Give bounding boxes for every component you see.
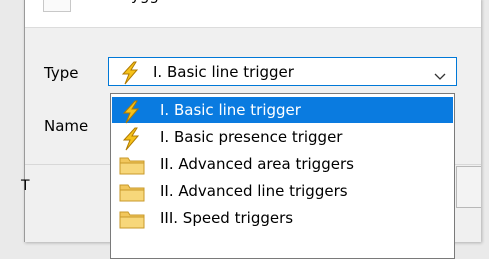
dropdown-item-speed-triggers[interactable]: III. Speed triggers bbox=[112, 205, 453, 231]
dropdown-item-basic-presence-trigger[interactable]: I. Basic presence trigger bbox=[112, 124, 453, 151]
dropdown-item-label: I. Basic line trigger bbox=[160, 101, 301, 119]
dropdown-item-advanced-area-triggers[interactable]: II. Advanced area triggers bbox=[112, 151, 453, 177]
folder-icon bbox=[118, 181, 146, 207]
dialog-header: ygg bbox=[25, 0, 481, 28]
dropdown-item-label: III. Speed triggers bbox=[160, 209, 294, 227]
type-combobox-value: I. Basic line trigger bbox=[153, 63, 294, 81]
type-label: Type bbox=[44, 64, 79, 82]
folder-icon bbox=[118, 154, 146, 180]
dropdown-item-label: II. Advanced line triggers bbox=[160, 182, 348, 200]
type-dropdown-list: I. Basic line trigger I. Basic presence … bbox=[110, 93, 455, 259]
dialog-title: ygg bbox=[131, 0, 159, 4]
lightning-icon bbox=[117, 61, 145, 89]
dropdown-item-basic-line-trigger[interactable]: I. Basic line trigger bbox=[112, 97, 453, 124]
chevron-down-icon[interactable] bbox=[434, 67, 446, 85]
dropdown-item-label: I. Basic presence trigger bbox=[160, 128, 343, 146]
dropdown-item-advanced-line-triggers[interactable]: II. Advanced line triggers bbox=[112, 178, 453, 204]
window-icon bbox=[43, 0, 71, 12]
name-label: Name bbox=[44, 117, 89, 135]
folder-icon bbox=[118, 208, 146, 234]
type-combobox[interactable]: I. Basic line trigger bbox=[108, 57, 457, 86]
dropdown-item-label: II. Advanced area triggers bbox=[160, 155, 354, 173]
background-text: T bbox=[21, 178, 30, 194]
background-button bbox=[456, 166, 481, 208]
